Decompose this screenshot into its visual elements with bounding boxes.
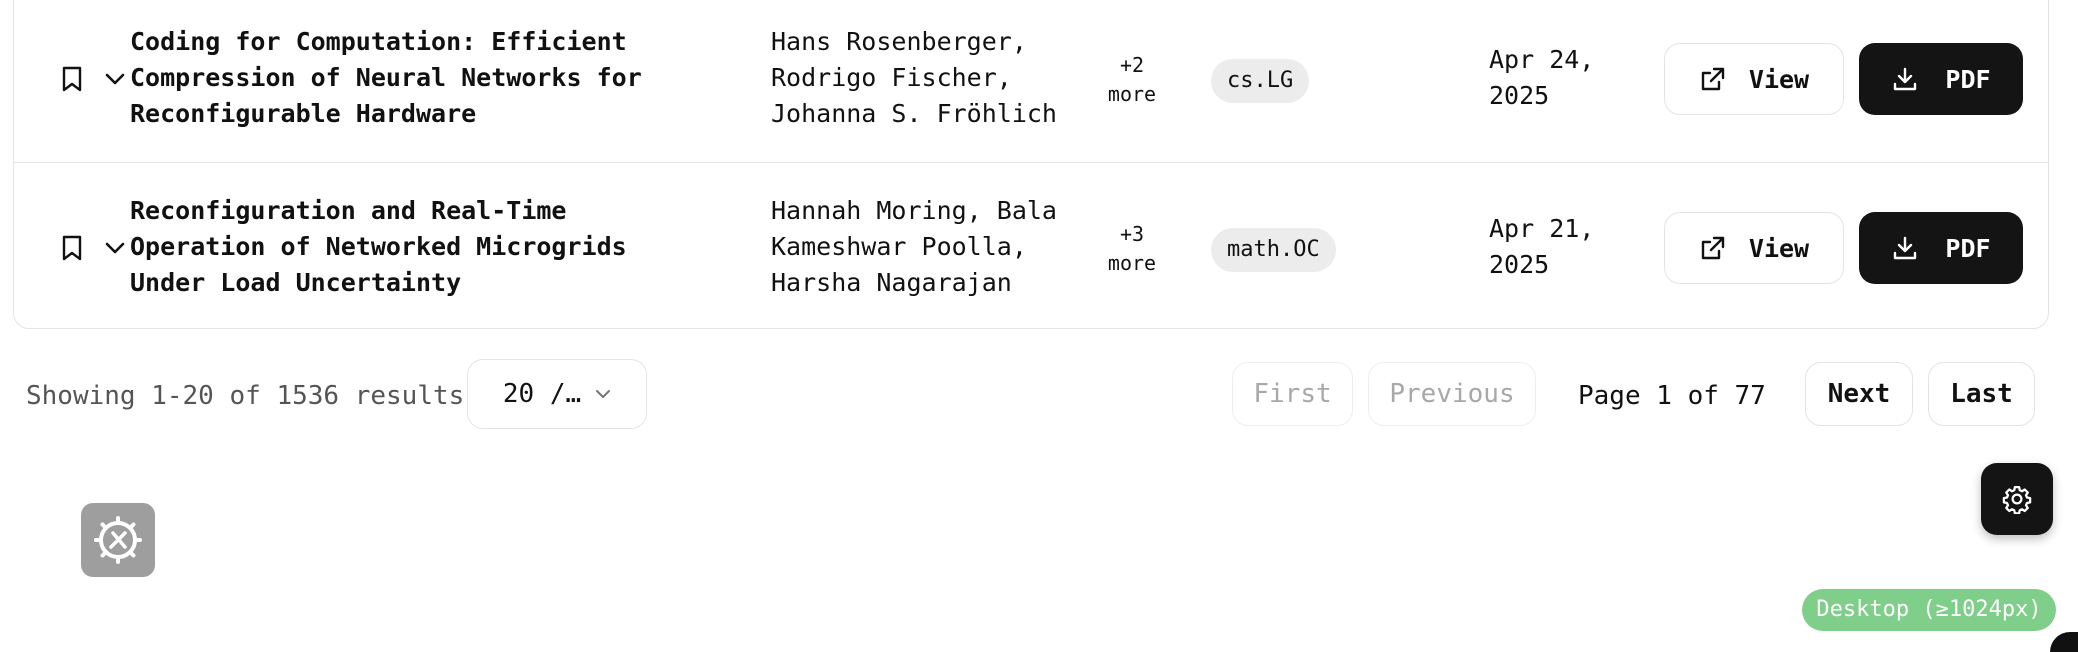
paper-authors: Hannah Moring, Bala Kameshwar Poolla, Ha… — [771, 193, 1081, 301]
settings-button[interactable] — [1981, 463, 2053, 535]
pdf-label: PDF — [1945, 64, 1991, 94]
download-icon — [1894, 67, 1917, 91]
first-page-button[interactable]: First — [1232, 362, 1353, 426]
more-authors-toggle[interactable]: +2 more — [1086, 51, 1178, 109]
author-line: Hans Rosenberger, — [771, 27, 1027, 56]
author-line: Kameshwar Poolla, — [771, 232, 1027, 261]
results-count: Showing 1-20 of 1536 results — [26, 381, 465, 411]
expand-row-button[interactable] — [101, 65, 129, 93]
view-button[interactable]: View — [1664, 43, 1844, 115]
pdf-label: PDF — [1945, 233, 1991, 263]
expand-row-button[interactable] — [101, 234, 129, 262]
external-link-icon — [1701, 236, 1725, 260]
bookmark-icon — [62, 235, 82, 261]
paper-date: Apr 21, 2025 — [1489, 211, 1594, 283]
bookmark-button[interactable] — [58, 234, 86, 262]
paper-title[interactable]: Reconfiguration and Real-Time Operation … — [130, 193, 770, 301]
view-button[interactable]: View — [1664, 212, 1844, 284]
external-link-icon — [1701, 67, 1725, 91]
paper-authors: Hans Rosenberger, Rodrigo Fischer, Johan… — [771, 24, 1081, 132]
title-line: Coding for Computation: Efficient — [130, 27, 627, 56]
view-label: View — [1748, 64, 1810, 94]
viewport-indicator: Desktop (≥1024px) — [1802, 589, 2056, 631]
pdf-download-button[interactable]: PDF — [1859, 212, 2023, 284]
view-label: View — [1748, 233, 1810, 263]
page-size-select[interactable]: 20 /… — [467, 359, 647, 429]
title-line: Under Load Uncertainty — [130, 268, 462, 297]
more-count: +3 — [1119, 222, 1145, 246]
date-line: 2025 — [1489, 81, 1550, 110]
more-count: +2 — [1119, 53, 1145, 77]
author-line: Rodrigo Fischer, — [771, 63, 1012, 92]
bookmark-button[interactable] — [58, 65, 86, 93]
gear-icon — [2002, 486, 2032, 514]
author-line: Johanna S. Fröhlich — [771, 99, 1057, 128]
table-row: Coding for Computation: Efficient Compre… — [14, 0, 2048, 149]
author-line: Harsha Nagarajan — [771, 268, 1012, 297]
title-line: Compression of Neural Networks for — [130, 63, 642, 92]
paper-date: Apr 24, 2025 — [1489, 42, 1594, 114]
page-size-value: 20 /… — [502, 379, 582, 409]
title-line: Reconfiguration and Real-Time — [130, 196, 567, 225]
title-line: Operation of Networked Microgrids — [130, 232, 627, 261]
bookmark-icon — [62, 66, 82, 92]
chevron-down-icon — [105, 73, 125, 85]
paper-title[interactable]: Coding for Computation: Efficient Compre… — [130, 24, 770, 132]
more-label: more — [1107, 251, 1157, 275]
title-line: Reconfigurable Hardware — [130, 99, 477, 128]
previous-page-button[interactable]: Previous — [1368, 362, 1536, 426]
more-authors-toggle[interactable]: +3 more — [1086, 220, 1178, 278]
download-icon — [1894, 236, 1917, 260]
date-line: Apr 24, — [1489, 45, 1595, 74]
more-label: more — [1107, 82, 1157, 106]
tools-icon — [94, 516, 142, 564]
page-indicator: Page 1 of 77 — [1578, 381, 1766, 411]
chevron-down-icon — [596, 390, 611, 398]
papers-table: Coding for Computation: Efficient Compre… — [13, 0, 2049, 329]
window-corner — [2050, 632, 2078, 652]
pdf-download-button[interactable]: PDF — [1859, 43, 2023, 115]
category-badge: math.OC — [1211, 228, 1336, 272]
dev-tools-button[interactable] — [81, 503, 155, 577]
next-page-button[interactable]: Next — [1805, 362, 1913, 426]
last-page-button[interactable]: Last — [1928, 362, 2035, 426]
chevron-down-icon — [105, 242, 125, 254]
date-line: 2025 — [1489, 250, 1550, 279]
date-line: Apr 21, — [1489, 214, 1595, 243]
author-line: Hannah Moring, Bala — [771, 196, 1057, 225]
table-row: Reconfiguration and Real-Time Operation … — [14, 162, 2048, 331]
category-badge: cs.LG — [1211, 59, 1310, 103]
